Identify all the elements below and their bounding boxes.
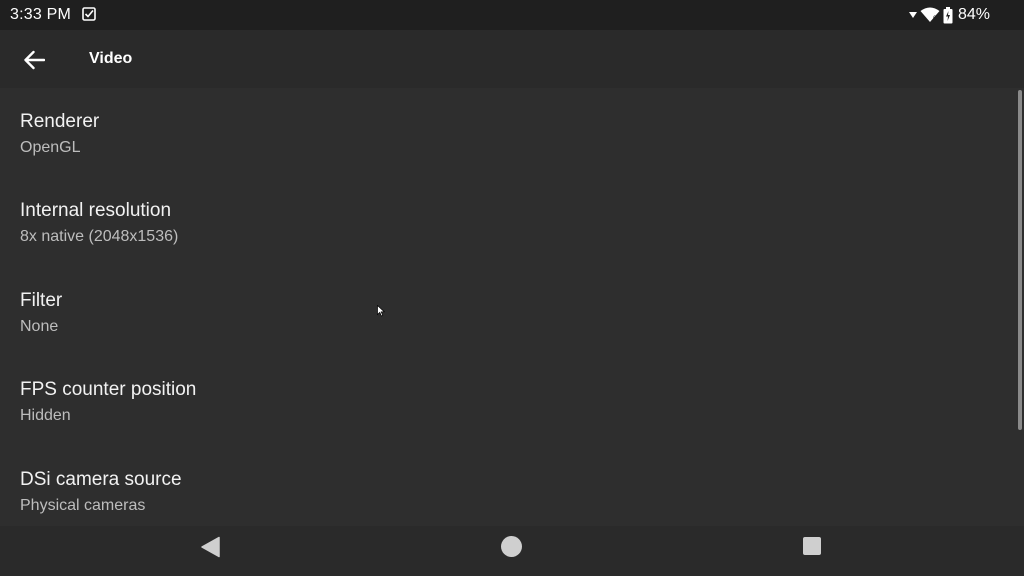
setting-value: Hidden: [20, 407, 71, 424]
setting-title: DSi camera source: [20, 469, 182, 490]
screen: 3:33 PM 6 84% Video Renderer OpenGL Inte…: [0, 0, 1024, 576]
status-bar: 3:33 PM 6 84%: [0, 0, 1024, 30]
scrollbar[interactable]: [1018, 90, 1022, 430]
setting-value: OpenGL: [20, 139, 81, 156]
back-button[interactable]: [18, 44, 50, 76]
setting-title: Renderer: [20, 111, 100, 132]
nav-home-circle-icon[interactable]: [501, 536, 522, 557]
battery-icon: [943, 6, 953, 23]
battery-level: 84%: [957, 6, 990, 23]
setting-title: Internal resolution: [20, 200, 172, 221]
setting-title: FPS counter position: [20, 379, 197, 400]
checkbox-icon: [82, 7, 96, 21]
setting-title: Filter: [20, 290, 63, 311]
nav-back-triangle-icon[interactable]: [200, 536, 222, 558]
arrow-back-icon: [24, 50, 45, 70]
setting-renderer[interactable]: Renderer OpenGL: [0, 88, 1016, 177]
svg-text:6: 6: [933, 16, 937, 22]
setting-dsi-camera-source[interactable]: DSi camera source Physical cameras: [0, 446, 1016, 526]
signal-icon: [908, 12, 917, 18]
page-title: Video: [89, 50, 133, 67]
wifi-icon: 6: [920, 7, 940, 22]
setting-filter[interactable]: Filter None: [0, 267, 1016, 356]
setting-value: 8x native (2048x1536): [20, 228, 179, 245]
navigation-bar: [0, 526, 1024, 576]
status-time: 3:33 PM: [10, 6, 71, 23]
nav-recents-square-icon[interactable]: [803, 537, 821, 555]
app-bar: Video: [0, 30, 1024, 88]
setting-fps-counter-position[interactable]: FPS counter position Hidden: [0, 356, 1016, 445]
setting-value: Physical cameras: [20, 497, 146, 514]
setting-internal-resolution[interactable]: Internal resolution 8x native (2048x1536…: [0, 177, 1016, 266]
status-icons: 6 84%: [908, 5, 990, 25]
settings-list: Renderer OpenGL Internal resolution 8x n…: [0, 88, 1016, 526]
setting-value: None: [20, 318, 59, 335]
mouse-cursor-icon: [377, 305, 385, 317]
